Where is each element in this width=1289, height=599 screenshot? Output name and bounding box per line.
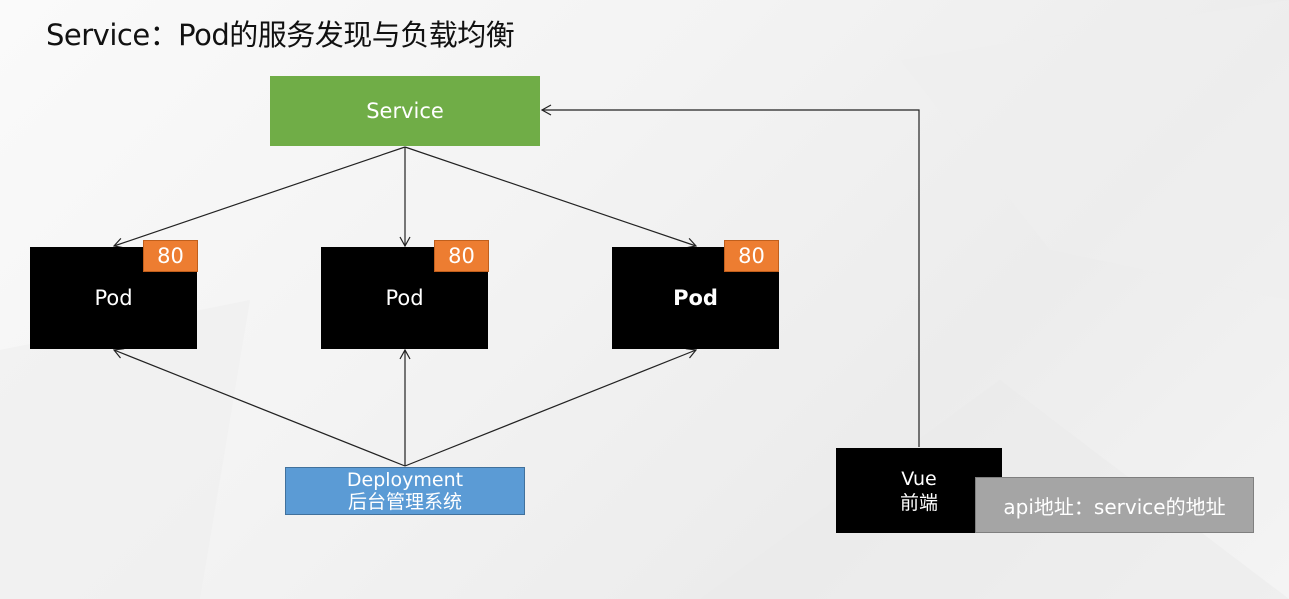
frontend-sublabel: 前端 xyxy=(899,491,938,514)
pod-port-badge-2: 80 xyxy=(434,240,489,272)
deployment-label: Deployment xyxy=(346,469,464,491)
arrow-deployment-to-pod-1 xyxy=(112,348,406,467)
pod-port-badge-1: 80 xyxy=(143,240,198,272)
deployment-sublabel: 后台管理系统 xyxy=(347,491,462,513)
frontend-label: Vue xyxy=(901,467,937,490)
deployment-box: Deployment 后台管理系统 xyxy=(285,467,525,515)
pod-port-badge-3: 80 xyxy=(724,240,779,272)
service-box: Service xyxy=(270,76,540,146)
arrow-deployment-to-pod-3 xyxy=(404,348,698,467)
arrow-service-to-pod-3 xyxy=(404,146,698,249)
api-address-note: api地址：service的地址 xyxy=(975,477,1254,533)
arrow-service-to-pod-1 xyxy=(112,146,406,249)
